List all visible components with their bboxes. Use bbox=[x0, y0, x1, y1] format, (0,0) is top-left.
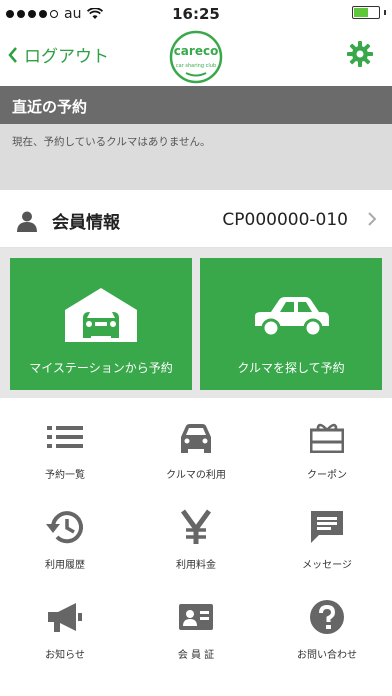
clock: 16:25 bbox=[172, 5, 220, 23]
menu-label: 予約一覧 bbox=[45, 470, 85, 481]
find-car-reserve-button[interactable]: クルマを探して予約 bbox=[200, 258, 382, 390]
my-station-reserve-button[interactable]: マイステーションから予約 bbox=[10, 258, 192, 390]
menu-label: 利用料金 bbox=[176, 560, 216, 571]
menu-reservation-list[interactable]: 予約一覧 bbox=[0, 406, 130, 496]
menu-label: 会 員 証 bbox=[177, 650, 215, 661]
person-icon bbox=[17, 211, 37, 232]
chevron-right-icon bbox=[368, 212, 376, 226]
menu-message[interactable]: メッセージ bbox=[262, 496, 392, 586]
list-icon bbox=[47, 426, 83, 448]
nav-bar: ログアウト careco car sharing club bbox=[0, 28, 392, 86]
logout-button[interactable]: ログアウト bbox=[8, 42, 109, 67]
menu-contact[interactable]: お問い合わせ bbox=[262, 586, 392, 676]
menu-label: 利用履歴 bbox=[45, 560, 85, 571]
menu-usage-history[interactable]: 利用履歴 bbox=[0, 496, 130, 586]
logout-label: ログアウト bbox=[24, 47, 109, 67]
no-reservation-message: 現在、予約しているクルマはありません。 bbox=[0, 124, 392, 190]
menu-usage-fee[interactable]: 利用料金 bbox=[131, 496, 261, 586]
help-icon bbox=[310, 600, 344, 634]
menu-car-usage[interactable]: クルマの利用 bbox=[131, 406, 261, 496]
car-side-icon bbox=[255, 297, 329, 338]
my-station-reserve-label: マイステーションから予約 bbox=[29, 361, 173, 375]
member-info-label: 会員情報 bbox=[52, 213, 120, 233]
menu-label: クルマの利用 bbox=[166, 470, 226, 481]
battery-indicator bbox=[352, 6, 386, 19]
battery-icon bbox=[352, 6, 380, 19]
careco-logo: careco car sharing club bbox=[169, 30, 223, 84]
svg-text:car sharing club: car sharing club bbox=[176, 63, 216, 69]
menu-label: お知らせ bbox=[45, 650, 85, 661]
settings-gear-icon[interactable] bbox=[346, 40, 374, 68]
chevron-left-icon bbox=[8, 46, 17, 63]
member-info-row[interactable]: 会員情報 CP000000-010 bbox=[0, 194, 392, 248]
history-icon bbox=[46, 511, 83, 544]
car-icon bbox=[181, 424, 211, 453]
menu-label: メッセージ bbox=[302, 560, 352, 571]
svg-text:careco: careco bbox=[174, 44, 219, 58]
megaphone-icon bbox=[48, 603, 82, 632]
menu-grid: 予約一覧 クルマの利用 クーポン 利用履歴 利用料金 メッセージ お知らせ 会 … bbox=[0, 400, 392, 696]
menu-label: クーポン bbox=[307, 470, 347, 481]
status-bar: au 16:25 bbox=[0, 0, 392, 28]
menu-member-card[interactable]: 会 員 証 bbox=[131, 586, 261, 676]
garage-icon bbox=[65, 288, 137, 342]
menu-coupon[interactable]: クーポン bbox=[262, 406, 392, 496]
menu-label: お問い合わせ bbox=[297, 650, 357, 661]
member-id: CP000000-010 bbox=[222, 210, 348, 230]
member-card-icon bbox=[179, 604, 213, 630]
yen-icon bbox=[181, 509, 211, 544]
find-car-reserve-label: クルマを探して予約 bbox=[237, 361, 345, 375]
message-icon bbox=[311, 511, 343, 543]
recent-reservations-header: 直近の予約 bbox=[0, 86, 392, 124]
menu-notices[interactable]: お知らせ bbox=[0, 586, 130, 676]
coupon-icon bbox=[310, 423, 344, 453]
